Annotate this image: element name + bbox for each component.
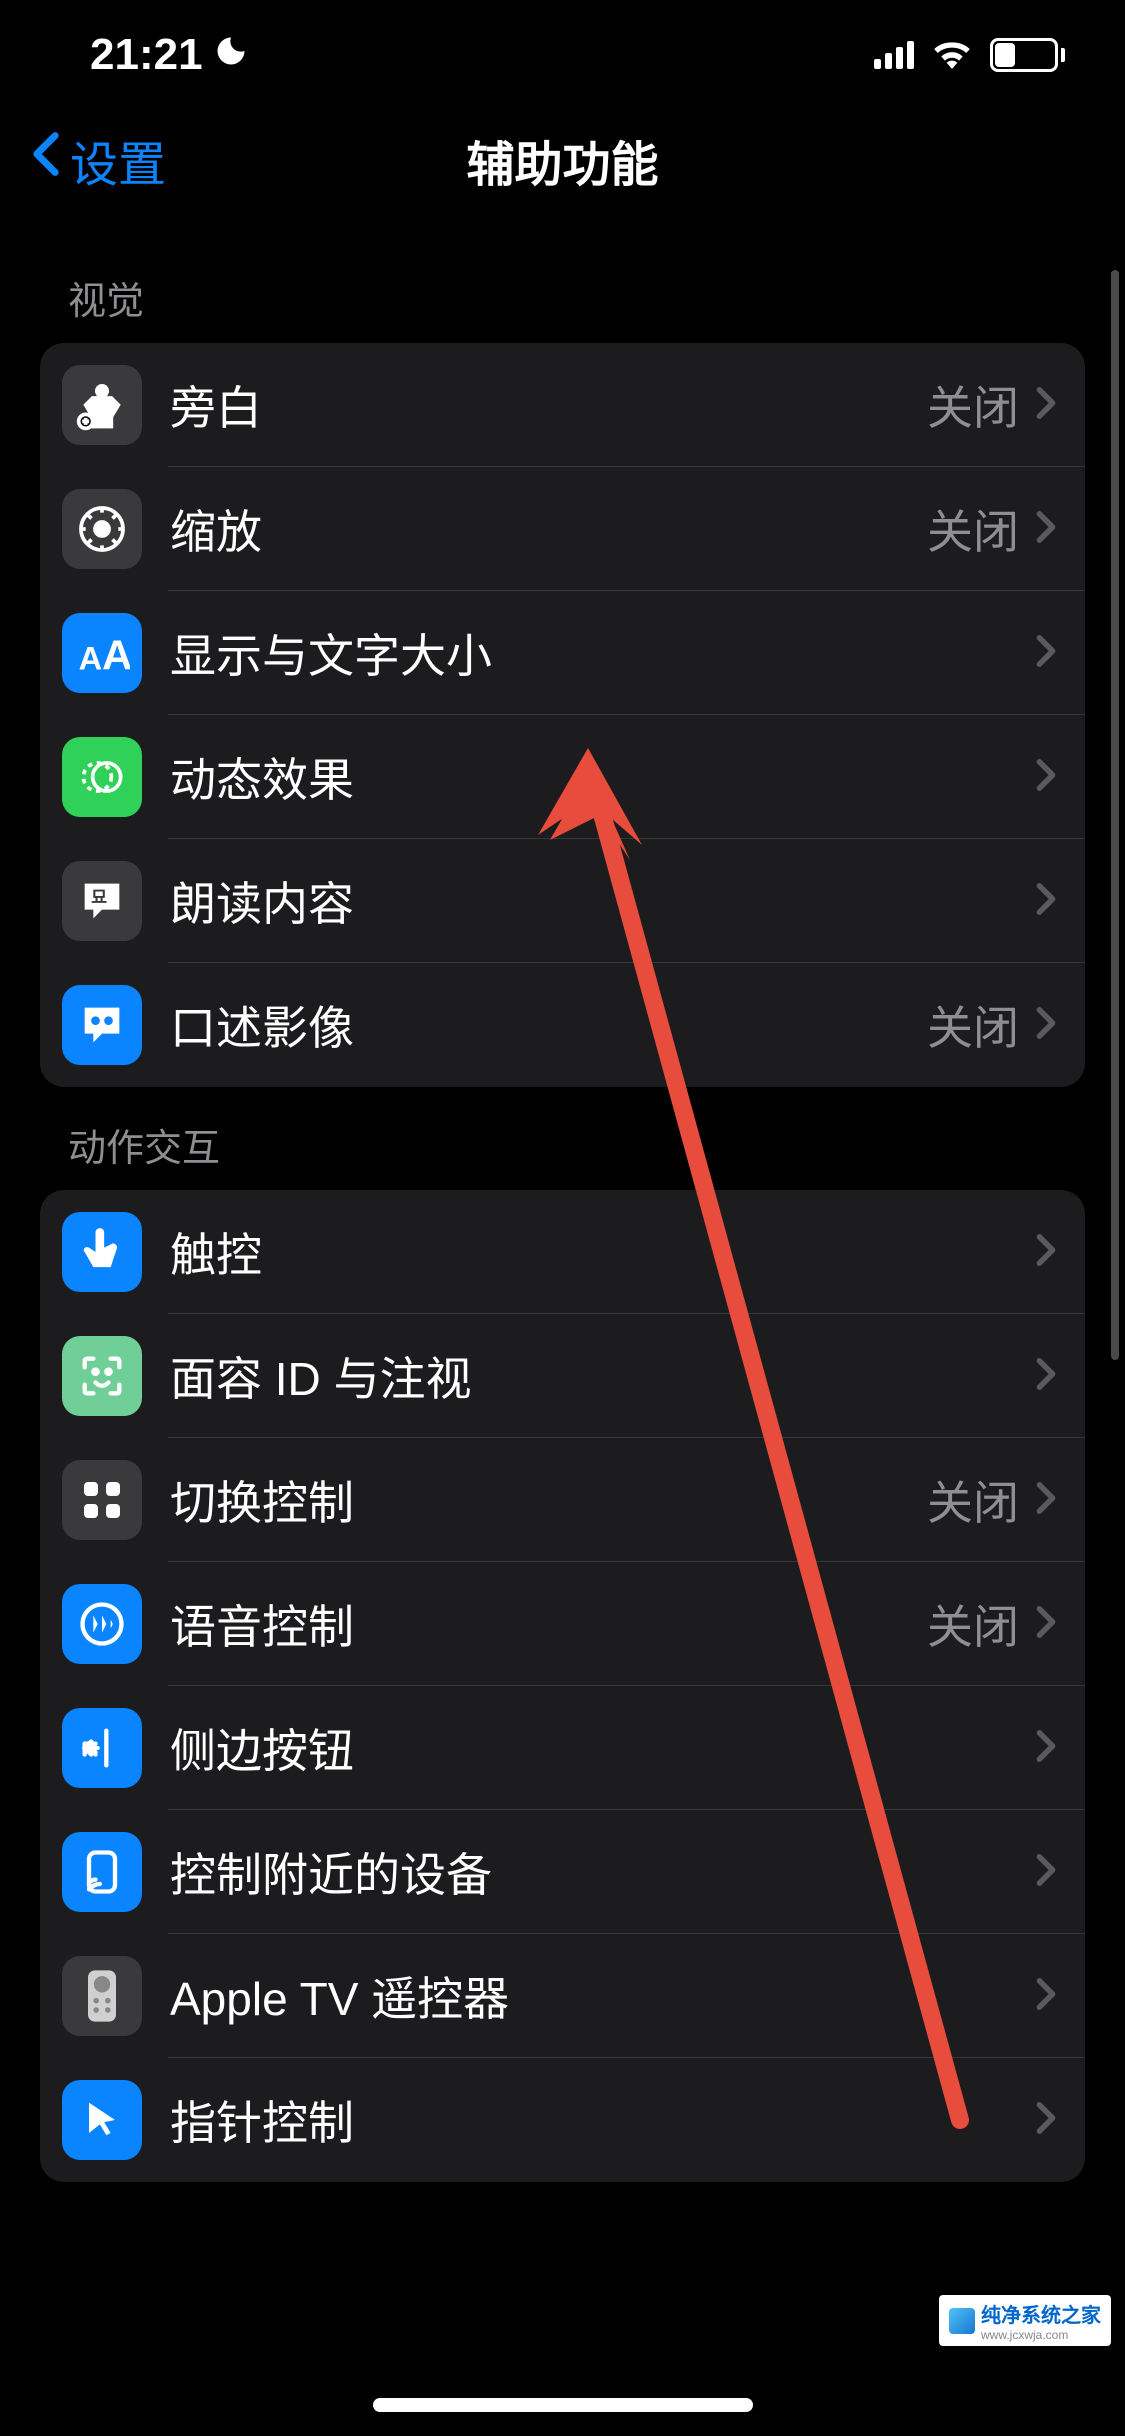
svg-text:A: A — [102, 631, 130, 678]
chevron-right-icon — [1035, 1728, 1057, 1769]
row-pointer-control[interactable]: 指针控制 — [40, 2058, 1085, 2182]
row-status: 关闭 — [927, 992, 1019, 1058]
chevron-right-icon — [1035, 1604, 1057, 1645]
voiceover-icon — [62, 365, 142, 445]
chevron-right-icon — [1035, 2100, 1057, 2141]
row-motion[interactable]: 动态效果 — [40, 715, 1085, 839]
content-area: 视觉 旁白 关闭 缩放 关闭 AA 显示与文字大小 — [0, 240, 1125, 2182]
chevron-right-icon — [1035, 881, 1057, 922]
side-button-icon — [62, 1708, 142, 1788]
row-label: 朗读内容 — [170, 868, 1035, 934]
row-label: 侧边按钮 — [170, 1715, 1035, 1781]
row-label: 面容 ID 与注视 — [170, 1343, 1035, 1409]
status-right: 33 — [874, 37, 1065, 74]
back-button[interactable]: 设置 — [30, 125, 166, 195]
group-vision: 旁白 关闭 缩放 关闭 AA 显示与文字大小 动态效果 — [40, 343, 1085, 1087]
touch-icon — [62, 1212, 142, 1292]
row-audio-descriptions[interactable]: 口述影像 关闭 — [40, 963, 1085, 1087]
pointer-control-icon — [62, 2080, 142, 2160]
row-label: 切换控制 — [170, 1467, 927, 1533]
row-display-text-size[interactable]: AA 显示与文字大小 — [40, 591, 1085, 715]
chevron-right-icon — [1035, 1232, 1057, 1273]
status-time: 21:21 — [90, 30, 203, 80]
watermark: 纯净系统之家 www.jcxwja.com — [939, 2295, 1111, 2346]
row-switch-control[interactable]: 切换控制 关闭 — [40, 1438, 1085, 1562]
row-label: Apple TV 遥控器 — [170, 1963, 1035, 2029]
chevron-left-icon — [30, 131, 62, 189]
chevron-right-icon — [1035, 633, 1057, 674]
chevron-right-icon — [1035, 1005, 1057, 1046]
row-voiceover[interactable]: 旁白 关闭 — [40, 343, 1085, 467]
nav-bar: 设置 辅助功能 — [0, 100, 1125, 240]
battery-icon: 33 — [990, 38, 1065, 72]
row-faceid-attention[interactable]: 面容 ID 与注视 — [40, 1314, 1085, 1438]
watermark-title: 纯净系统之家 — [981, 2305, 1101, 2327]
back-label: 设置 — [70, 125, 166, 195]
faceid-icon — [62, 1336, 142, 1416]
spoken-content-icon: 묘 — [62, 861, 142, 941]
do-not-disturb-icon — [213, 30, 249, 80]
row-spoken-content[interactable]: 묘 朗读内容 — [40, 839, 1085, 963]
row-nearby-device-control[interactable]: 控制附近的设备 — [40, 1810, 1085, 1934]
svg-text:묘: 묘 — [91, 887, 107, 907]
chevron-right-icon — [1035, 385, 1057, 426]
audio-desc-icon — [62, 985, 142, 1065]
wifi-icon — [930, 37, 974, 74]
chevron-right-icon — [1035, 1356, 1057, 1397]
chevron-right-icon — [1035, 509, 1057, 550]
chevron-right-icon — [1035, 1480, 1057, 1521]
row-side-button[interactable]: 侧边按钮 — [40, 1686, 1085, 1810]
zoom-icon — [62, 489, 142, 569]
status-time-area: 21:21 — [90, 30, 249, 80]
voice-control-icon — [62, 1584, 142, 1664]
row-label: 显示与文字大小 — [170, 620, 1035, 686]
row-label: 旁白 — [170, 372, 927, 438]
motion-icon — [62, 737, 142, 817]
display-text-icon: AA — [62, 613, 142, 693]
page-title: 辅助功能 — [466, 125, 658, 195]
chevron-right-icon — [1035, 1976, 1057, 2017]
watermark-url: www.jcxwja.com — [981, 2328, 1101, 2342]
switch-control-icon — [62, 1460, 142, 1540]
group-physical: 触控 面容 ID 与注视 切换控制 关闭 语音控制 关闭 — [40, 1190, 1085, 2182]
section-header-vision: 视觉 — [40, 240, 1085, 343]
row-touch[interactable]: 触控 — [40, 1190, 1085, 1314]
svg-text:A: A — [79, 639, 103, 676]
row-zoom[interactable]: 缩放 关闭 — [40, 467, 1085, 591]
row-label: 动态效果 — [170, 744, 1035, 810]
row-voice-control[interactable]: 语音控制 关闭 — [40, 1562, 1085, 1686]
row-label: 指针控制 — [170, 2087, 1035, 2153]
row-status: 关闭 — [927, 372, 1019, 438]
nearby-device-icon — [62, 1832, 142, 1912]
row-status: 关闭 — [927, 1591, 1019, 1657]
row-label: 触控 — [170, 1219, 1035, 1285]
apple-tv-remote-icon — [62, 1956, 142, 2036]
scroll-indicator[interactable] — [1111, 270, 1119, 1360]
row-label: 缩放 — [170, 496, 927, 562]
status-bar: 21:21 33 — [0, 0, 1125, 100]
chevron-right-icon — [1035, 757, 1057, 798]
watermark-logo-icon — [949, 2308, 975, 2334]
row-status: 关闭 — [927, 1467, 1019, 1533]
row-label: 语音控制 — [170, 1591, 927, 1657]
row-label: 控制附近的设备 — [170, 1839, 1035, 1905]
home-indicator[interactable] — [373, 2398, 753, 2412]
row-label: 口述影像 — [170, 992, 927, 1058]
chevron-right-icon — [1035, 1852, 1057, 1893]
section-header-physical: 动作交互 — [40, 1087, 1085, 1190]
cellular-signal-icon — [874, 41, 914, 69]
row-apple-tv-remote[interactable]: Apple TV 遥控器 — [40, 1934, 1085, 2058]
row-status: 关闭 — [927, 496, 1019, 562]
